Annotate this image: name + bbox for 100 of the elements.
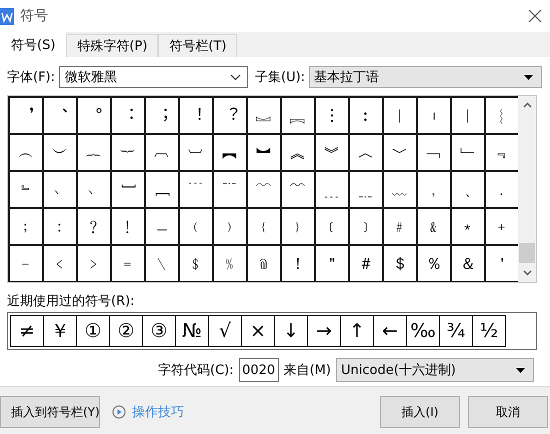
tab[interactable]: 符号(S) xyxy=(0,31,66,57)
tab[interactable]: 符号栏(T) xyxy=(158,34,238,57)
symbol-cell[interactable]: ︺ xyxy=(180,135,214,172)
symbol-cell[interactable]: ＂ xyxy=(316,246,350,282)
recent-symbol-cell[interactable]: ￥ xyxy=(43,315,77,347)
recent-symbol-cell[interactable]: ¾ xyxy=(439,315,473,347)
symbol-cell[interactable]: ＄ xyxy=(384,246,418,282)
symbol-cell[interactable]: ＃ xyxy=(350,246,384,282)
symbol-cell[interactable]: ︼ xyxy=(248,135,282,172)
symbol-cell[interactable]: ︖ xyxy=(214,98,248,135)
char-code-field[interactable]: 0020 xyxy=(238,358,279,382)
symbol-cell[interactable]: ︷ xyxy=(78,135,112,172)
symbol-cell[interactable]: ﹪ xyxy=(214,246,248,282)
scrollbar[interactable] xyxy=(518,96,536,282)
symbol-cell[interactable]: ﹕ xyxy=(44,209,78,246)
symbol-cell[interactable]: ﹏ xyxy=(384,172,418,209)
symbol-cell[interactable]: ﹗ xyxy=(112,209,146,246)
symbol-cell[interactable]: ﹜ xyxy=(282,209,316,246)
recent-symbol-cell[interactable]: → xyxy=(307,315,341,347)
symbol-cell[interactable]: ︶ xyxy=(44,135,78,172)
play-circle-icon[interactable] xyxy=(112,405,126,419)
symbol-cell[interactable]: ﹉ xyxy=(180,172,214,209)
recent-symbol-cell[interactable]: № xyxy=(175,315,209,347)
symbol-cell[interactable]: ﹫ xyxy=(248,246,282,282)
recent-symbol-cell[interactable]: ② xyxy=(109,315,143,347)
symbol-cell[interactable]: ︱ xyxy=(384,98,418,135)
symbol-cell[interactable]: ︿ xyxy=(350,135,384,172)
symbol-cell[interactable]: ﹟ xyxy=(384,209,418,246)
insert-to-bar-button[interactable]: 插入到符号栏(Y) xyxy=(0,396,100,428)
tab[interactable]: 特殊字符(P) xyxy=(66,34,158,57)
recent-symbol-cell[interactable]: √ xyxy=(208,315,242,347)
symbol-cell[interactable]: ﹍ xyxy=(316,172,350,209)
symbol-cell[interactable]: ﹞ xyxy=(350,209,384,246)
symbol-cell[interactable]: ﹝ xyxy=(316,209,350,246)
symbol-cell[interactable]: ﹐ xyxy=(418,172,452,209)
symbol-cell[interactable]: ︹ xyxy=(146,135,180,172)
symbol-cell[interactable]: ﹌ xyxy=(282,172,316,209)
symbol-cell[interactable]: ％ xyxy=(418,246,452,282)
symbol-cell[interactable]: ﹣ xyxy=(10,246,44,282)
symbol-cell[interactable]: ︻ xyxy=(214,135,248,172)
symbol-cell[interactable]: ︔ xyxy=(146,98,180,135)
symbol-cell[interactable]: ﹋ xyxy=(248,172,282,209)
symbol-cell[interactable]: ﹩ xyxy=(180,246,214,282)
recent-symbol-cell[interactable]: ← xyxy=(373,315,407,347)
recent-symbol-cell[interactable]: ↑ xyxy=(340,315,374,347)
symbol-cell[interactable]: ︳ xyxy=(452,98,486,135)
symbol-cell[interactable]: ﹖ xyxy=(78,209,112,246)
symbol-cell[interactable]: ﹦ xyxy=(112,246,146,282)
symbol-cell[interactable]: ︰ xyxy=(350,98,384,135)
symbol-cell[interactable]: ︐ xyxy=(10,98,44,135)
scroll-thumb[interactable] xyxy=(519,243,535,263)
recent-symbol-cell[interactable]: ≠ xyxy=(10,315,44,347)
symbol-cell[interactable]: ﹂ xyxy=(452,135,486,172)
insert-button[interactable]: 插入(I) xyxy=(380,396,460,428)
symbol-cell[interactable]: ﹡ xyxy=(452,209,486,246)
symbol-cell[interactable]: ﹘ xyxy=(146,209,180,246)
symbol-cell[interactable]: ﹤ xyxy=(44,246,78,282)
recent-symbol-cell[interactable]: ‰ xyxy=(406,315,440,347)
symbol-cell[interactable]: ︵ xyxy=(10,135,44,172)
recent-symbol-cell[interactable]: ③ xyxy=(142,315,176,347)
symbol-cell[interactable]: ﹙ xyxy=(180,209,214,246)
symbol-cell[interactable]: ﹀ xyxy=(384,135,418,172)
symbol-cell[interactable]: ﹄ xyxy=(10,172,44,209)
cancel-button[interactable]: 取消 xyxy=(468,396,548,428)
symbol-cell[interactable]: ︘ xyxy=(282,98,316,135)
source-dropdown[interactable]: Unicode(十六进制) xyxy=(336,358,534,382)
symbol-cell[interactable]: ﹛ xyxy=(248,209,282,246)
symbol-cell[interactable]: ﹅ xyxy=(44,172,78,209)
symbol-cell[interactable]: ﹚ xyxy=(214,209,248,246)
recent-symbol-cell[interactable]: ½ xyxy=(472,315,506,347)
symbol-cell[interactable]: ︒ xyxy=(78,98,112,135)
symbol-cell[interactable]: ﹨ xyxy=(146,246,180,282)
symbol-cell[interactable]: ＆ xyxy=(452,246,486,282)
symbol-cell[interactable]: ﹈ xyxy=(146,172,180,209)
font-dropdown[interactable]: 微软雅黑 xyxy=(59,66,248,88)
symbol-cell[interactable]: ﹠ xyxy=(418,209,452,246)
symbol-cell[interactable]: ︙ xyxy=(316,98,350,135)
symbol-cell[interactable]: ︸ xyxy=(112,135,146,172)
symbol-cell[interactable]: ︲ xyxy=(418,98,452,135)
symbol-cell[interactable]: ︽ xyxy=(282,135,316,172)
symbol-cell[interactable]: ︓ xyxy=(112,98,146,135)
symbol-cell[interactable]: ﹇ xyxy=(112,172,146,209)
symbol-cell[interactable]: ︗ xyxy=(248,98,282,135)
scroll-down-icon[interactable] xyxy=(522,270,532,276)
symbol-cell[interactable]: ︕ xyxy=(180,98,214,135)
symbol-cell[interactable]: ！ xyxy=(282,246,316,282)
recent-symbol-cell[interactable]: × xyxy=(241,315,275,347)
symbol-cell[interactable]: ﹁ xyxy=(418,135,452,172)
close-icon[interactable] xyxy=(528,9,542,23)
symbol-cell[interactable]: ︑ xyxy=(44,98,78,135)
symbol-cell[interactable]: ﹊ xyxy=(214,172,248,209)
subset-dropdown[interactable]: 基本拉丁语 xyxy=(309,66,542,88)
symbol-cell[interactable]: ﹆ xyxy=(78,172,112,209)
symbol-cell[interactable]: ﹎ xyxy=(350,172,384,209)
symbol-cell[interactable]: ︾ xyxy=(316,135,350,172)
symbol-cell[interactable]: ﹑ xyxy=(452,172,486,209)
scroll-up-icon[interactable] xyxy=(522,102,532,108)
symbol-cell[interactable]: ﹔ xyxy=(10,209,44,246)
recent-symbol-cell[interactable]: ① xyxy=(76,315,110,347)
symbol-cell[interactable]: ﹥ xyxy=(78,246,112,282)
